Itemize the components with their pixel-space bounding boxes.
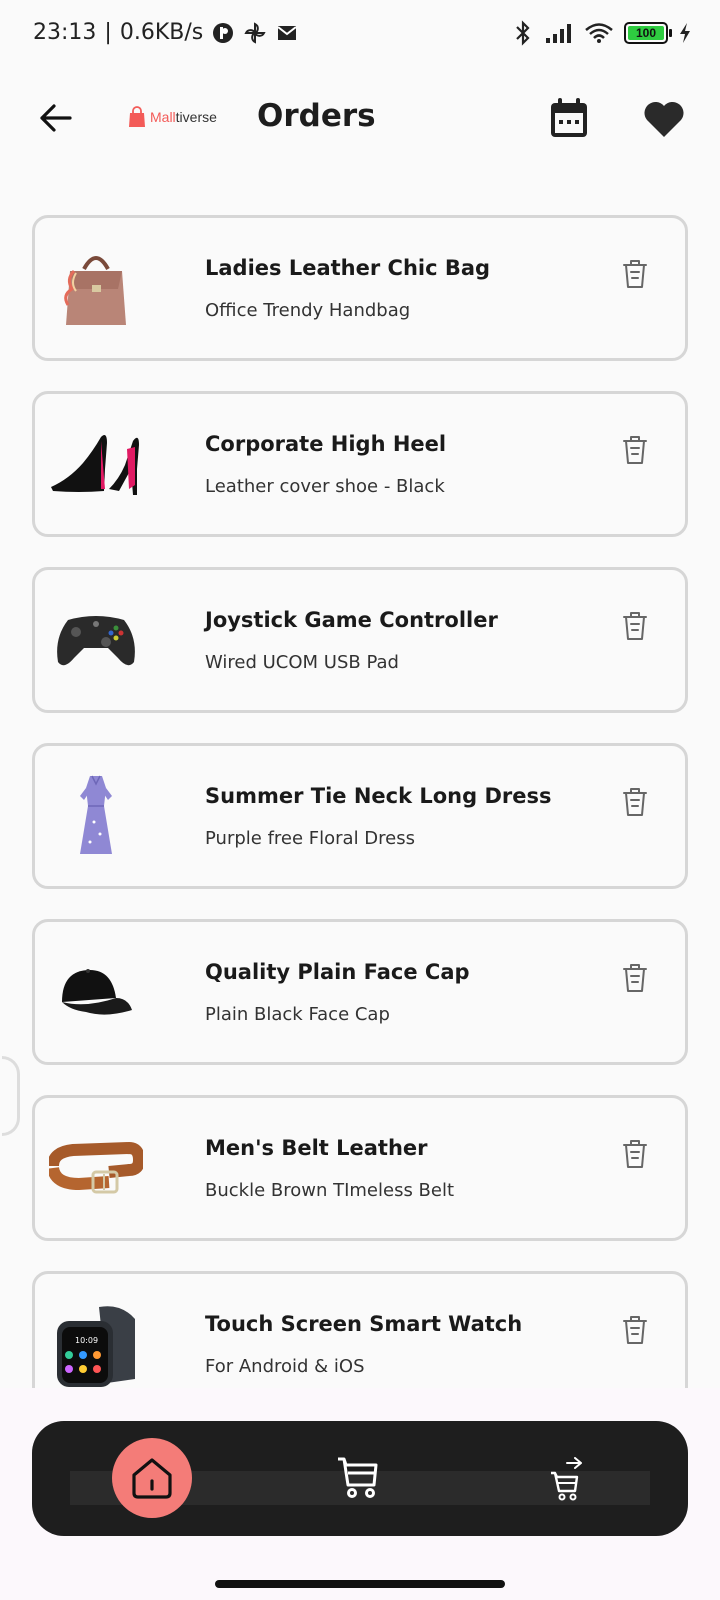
cap-image: [49, 945, 143, 1039]
smart-watch-icon: 10:09: [57, 1306, 135, 1387]
pinwheel-app-icon: [244, 21, 266, 44]
back-arrow-icon[interactable]: [36, 98, 76, 138]
cap-icon: [62, 969, 132, 1015]
order-subtitle: Plain Black Face Cap: [205, 1004, 390, 1025]
trash-icon[interactable]: [621, 434, 649, 466]
brand-name-part1: Mall: [150, 109, 176, 125]
trash-icon[interactable]: [621, 610, 649, 642]
status-network-speed: 0.6KB/s: [119, 20, 204, 45]
order-card[interactable]: Quality Plain Face Cap Plain Black Face …: [32, 919, 688, 1065]
order-title: Summer Tie Neck Long Dress: [205, 784, 552, 808]
trash-icon[interactable]: [621, 258, 649, 290]
signal-icon: [546, 24, 571, 43]
calendar-icon[interactable]: [549, 97, 589, 139]
order-title: Touch Screen Smart Watch: [205, 1312, 523, 1336]
cart-checkout-icon[interactable]: [547, 1457, 587, 1501]
order-card[interactable]: Men's Belt Leather Buckle Brown TImeless…: [32, 1095, 688, 1241]
order-subtitle: Purple free Floral Dress: [205, 828, 415, 849]
order-subtitle: For Android & iOS: [205, 1356, 365, 1377]
status-separator: |: [104, 20, 112, 45]
edge-swipe-handle[interactable]: [2, 1056, 20, 1136]
app-header: Mall tiverse Orders: [0, 70, 720, 170]
handbag-icon: [64, 256, 126, 325]
status-left: 23:13 | 0.6KB/s: [33, 20, 299, 45]
order-title: Men's Belt Leather: [205, 1136, 428, 1160]
order-list: Ladies Leather Chic Bag Office Trendy Ha…: [32, 215, 688, 1388]
trash-icon[interactable]: [621, 786, 649, 818]
wifi-icon: [585, 23, 613, 43]
battery-icon: 100: [624, 22, 672, 44]
charging-icon: [680, 23, 690, 43]
cart-icon[interactable]: [336, 1455, 380, 1499]
order-title: Joystick Game Controller: [205, 608, 498, 632]
mail-icon: [277, 25, 297, 40]
nav-home-button[interactable]: [112, 1438, 192, 1518]
brand-logo: Mall tiverse: [128, 106, 217, 128]
shopping-bag-logo-icon: [129, 106, 145, 127]
svg-text:10:09: 10:09: [75, 1336, 98, 1345]
high-heel-icon: [51, 435, 139, 495]
order-card[interactable]: Corporate High Heel Leather cover shoe -…: [32, 391, 688, 537]
home-indicator[interactable]: [215, 1580, 505, 1588]
status-bar: 23:13 | 0.6KB/s 100: [0, 0, 720, 70]
order-title: Quality Plain Face Cap: [205, 960, 470, 984]
game-controller-icon: [57, 616, 135, 666]
bluetooth-icon: [516, 20, 530, 46]
belt-icon: [49, 1141, 143, 1194]
order-subtitle: Leather cover shoe - Black: [205, 476, 445, 497]
order-subtitle: Office Trendy Handbag: [205, 300, 411, 321]
dress-icon: [80, 775, 112, 854]
notification-app-icon: [213, 22, 234, 43]
order-card[interactable]: 10:09 Touch Screen Smart Watch For Andro…: [32, 1271, 688, 1388]
order-subtitle: Wired UCOM USB Pad: [205, 652, 399, 673]
home-icon: [132, 1458, 172, 1499]
high-heel-image: [49, 417, 143, 511]
trash-icon[interactable]: [621, 1314, 649, 1346]
order-subtitle: Buckle Brown TImeless Belt: [205, 1180, 455, 1201]
order-card[interactable]: Summer Tie Neck Long Dress Purple free F…: [32, 743, 688, 889]
order-card[interactable]: Ladies Leather Chic Bag Office Trendy Ha…: [32, 215, 688, 361]
bottom-nav: [32, 1421, 688, 1536]
handbag-image: [49, 241, 143, 335]
status-right: 100: [512, 20, 692, 46]
page-title: Orders: [257, 98, 376, 134]
battery-level: 100: [628, 26, 664, 40]
trash-icon[interactable]: [621, 962, 649, 994]
belt-image: [49, 1121, 143, 1215]
heart-icon[interactable]: [642, 99, 686, 139]
smart-watch-image: 10:09: [49, 1297, 143, 1388]
trash-icon[interactable]: [621, 1138, 649, 1170]
brand-name-part2: tiverse: [175, 109, 217, 125]
game-controller-image: [49, 593, 143, 687]
status-time: 23:13: [33, 20, 97, 45]
order-title: Corporate High Heel: [205, 432, 447, 456]
dress-image: [49, 769, 143, 863]
order-card[interactable]: Joystick Game Controller Wired UCOM USB …: [32, 567, 688, 713]
order-title: Ladies Leather Chic Bag: [205, 256, 491, 280]
